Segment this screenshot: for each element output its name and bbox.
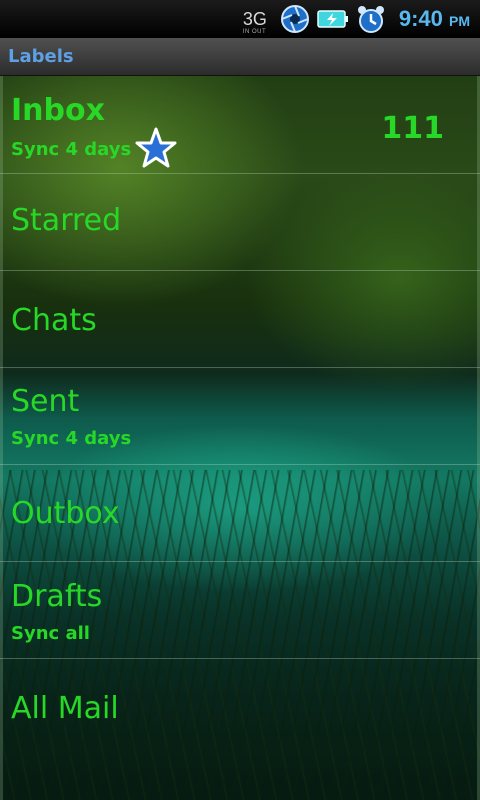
- network-type: 3G: [242, 9, 267, 29]
- label-item-outbox[interactable]: Outbox: [0, 465, 480, 562]
- labels-list: Inbox Sync 4 days 111 Starred Chats Sent…: [0, 77, 480, 756]
- clock-ampm: PM: [449, 13, 470, 29]
- page-title: Labels: [8, 46, 74, 67]
- label-name: All Mail: [11, 691, 119, 726]
- clock: 9:40 PM: [399, 6, 470, 32]
- label-name: Starred: [11, 203, 122, 238]
- network-indicator: 3G IN OUT: [242, 9, 273, 35]
- label-name: Chats: [11, 303, 97, 338]
- label-item-drafts[interactable]: Drafts Sync all: [0, 562, 480, 659]
- label-item-starred[interactable]: Starred: [0, 174, 480, 271]
- clock-time: 9:40: [398, 6, 443, 31]
- label-sync-status: Sync 4 days: [11, 428, 132, 449]
- battery-charging-icon: [317, 3, 349, 35]
- label-item-inbox[interactable]: Inbox Sync 4 days 111: [0, 77, 480, 174]
- network-activity: IN OUT: [242, 29, 267, 35]
- unread-count: 111: [381, 111, 444, 146]
- label-name: Inbox: [11, 93, 105, 128]
- label-name: Sent: [11, 384, 80, 419]
- label-name: Drafts: [11, 579, 103, 614]
- aperture-icon: [279, 3, 311, 35]
- label-sync-status: Sync all: [11, 623, 90, 644]
- label-item-all-mail[interactable]: All Mail: [0, 659, 480, 756]
- title-bar: Labels: [0, 38, 480, 76]
- label-item-sent[interactable]: Sent Sync 4 days: [0, 368, 480, 465]
- label-name: Outbox: [11, 496, 120, 531]
- label-sync-status: Sync 4 days: [11, 139, 132, 160]
- status-bar: 3G IN OUT 9:40 PM: [0, 0, 480, 38]
- alarm-clock-icon: [355, 3, 387, 35]
- label-item-chats[interactable]: Chats: [0, 271, 480, 368]
- star-icon: [135, 127, 177, 169]
